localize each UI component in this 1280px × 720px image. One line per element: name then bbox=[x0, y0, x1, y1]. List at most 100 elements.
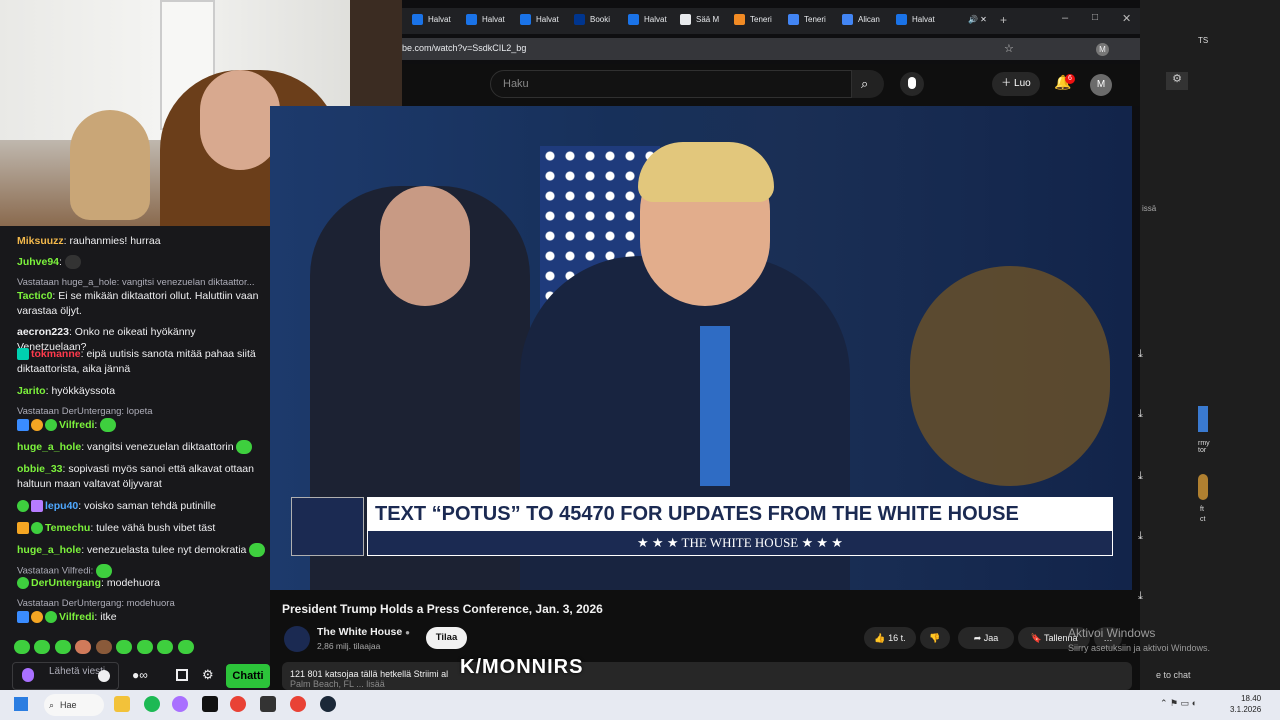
emote-icon bbox=[34, 639, 51, 654]
browser-tab[interactable]: Halvat bbox=[888, 8, 935, 32]
like-button[interactable]: 👍 16 t. bbox=[864, 627, 916, 649]
chrome-active-icon[interactable] bbox=[290, 696, 306, 712]
tab-favicon-icon bbox=[788, 14, 799, 25]
chat-text: itke bbox=[100, 611, 117, 623]
app-icon[interactable] bbox=[260, 696, 276, 712]
share-to-chat-link[interactable]: e to chat bbox=[1156, 670, 1191, 680]
tray-icons[interactable]: ⌃ ⚑ ▭ ◐ bbox=[1160, 698, 1197, 709]
chat-reply-header: Vastataan DerUntergang: lopeta bbox=[17, 406, 153, 417]
taskbar-search[interactable]: ⌕ Hae bbox=[44, 694, 104, 716]
minimize-icon[interactable]: – bbox=[1062, 12, 1068, 24]
chat-send-button[interactable]: Chatti bbox=[226, 664, 270, 688]
channel-avatar[interactable] bbox=[284, 626, 310, 652]
sub-badge-icon bbox=[17, 577, 29, 590]
channel-name[interactable]: The White House ● bbox=[317, 626, 410, 638]
browser-tab[interactable]: Halvat bbox=[620, 8, 667, 32]
video-person-tie bbox=[700, 326, 730, 486]
search-icon: ⌕ bbox=[861, 76, 869, 91]
close-window-icon[interactable]: ✕ bbox=[1122, 12, 1131, 25]
chat-message: Vilfredi: itke bbox=[17, 610, 267, 625]
browser-tab[interactable]: Halvat bbox=[458, 8, 505, 32]
browser-tab[interactable]: Teneri bbox=[726, 8, 772, 32]
search-input[interactable]: Haku bbox=[490, 70, 852, 98]
chat-username: Miksuuzz bbox=[17, 235, 64, 247]
emote-icon bbox=[75, 639, 92, 654]
tab-label: Halvat bbox=[428, 15, 451, 24]
chat-message: Temechu: tulee vähä bush vibet täst bbox=[17, 521, 267, 536]
steam-icon[interactable] bbox=[320, 696, 336, 712]
bits-badge-icon bbox=[31, 611, 43, 624]
settings-gear-icon[interactable]: ⚙ bbox=[202, 667, 214, 683]
tab-favicon-icon bbox=[520, 14, 531, 25]
emote-row bbox=[14, 638, 214, 656]
gift-icon[interactable] bbox=[176, 669, 188, 681]
tab-favicon-icon bbox=[734, 14, 745, 25]
sub-badge-icon bbox=[17, 348, 29, 361]
presidential-seal-flag bbox=[910, 266, 1110, 486]
url-text[interactable]: be.com/watch?v=SsdkCIL2_bg bbox=[402, 43, 526, 53]
twitch-chat-icon[interactable] bbox=[172, 696, 188, 712]
download-icon[interactable]: ⤓ bbox=[1138, 590, 1152, 604]
mod-badge-icon bbox=[17, 419, 29, 432]
tab-label: Halvat bbox=[536, 15, 559, 24]
chat-text: Ei se mikään diktaattori ollut. Haluttii… bbox=[17, 290, 259, 317]
panel-snippet: rmy tor bbox=[1198, 440, 1210, 454]
chat-username: huge_a_hole bbox=[17, 441, 82, 453]
chat-username: Jarito bbox=[17, 385, 46, 397]
mic-icon bbox=[908, 77, 916, 89]
tab-favicon-icon bbox=[680, 14, 691, 25]
mic-icon[interactable] bbox=[22, 668, 34, 682]
windows-start-icon[interactable] bbox=[14, 697, 28, 711]
white-house-logo bbox=[291, 497, 364, 556]
thumbs-down-icon: 👎 bbox=[929, 633, 941, 643]
video-person-left-head bbox=[380, 186, 470, 306]
download-icon[interactable]: ⤓ bbox=[1138, 530, 1152, 544]
chrome-icon[interactable] bbox=[230, 696, 246, 712]
browser-tab[interactable]: Alican bbox=[834, 8, 880, 32]
emoji-icon[interactable] bbox=[98, 670, 110, 682]
crown-badge-icon bbox=[17, 522, 29, 535]
browser-tab[interactable]: Booki bbox=[566, 8, 610, 32]
video-description[interactable]: 121 801 katsojaa tällä hetkellä Striimi … bbox=[282, 662, 1132, 690]
subscribe-button[interactable]: Tilaa bbox=[426, 627, 467, 649]
chat-username: Vilfredi bbox=[59, 419, 95, 431]
panel-settings-icon[interactable]: ⚙ bbox=[1166, 72, 1188, 90]
tab-favicon-icon bbox=[412, 14, 423, 25]
tab-favicon-icon bbox=[466, 14, 477, 25]
emote-icon bbox=[14, 639, 30, 654]
spotify-icon[interactable] bbox=[144, 696, 160, 712]
chat-username: obbie_33 bbox=[17, 463, 63, 475]
tab-label: Halvat bbox=[482, 15, 505, 24]
share-label: Jaa bbox=[983, 633, 999, 643]
emote-icon bbox=[177, 639, 194, 654]
file-explorer-icon[interactable] bbox=[114, 696, 130, 712]
download-icon[interactable]: ⤓ bbox=[1138, 470, 1152, 484]
profile-avatar[interactable]: M bbox=[1096, 43, 1109, 56]
account-avatar[interactable]: M bbox=[1090, 74, 1112, 96]
video-title: President Trump Holds a Press Conference… bbox=[282, 602, 603, 616]
video-person-center-hair bbox=[638, 142, 774, 202]
tab-label: Teneri bbox=[804, 15, 826, 24]
download-icon[interactable]: ⤓ bbox=[1138, 408, 1152, 422]
browser-tab[interactable]: Halvat bbox=[512, 8, 559, 32]
x-app-icon[interactable] bbox=[202, 696, 218, 712]
active-tab-audio-icon[interactable]: 🔊 ✕ bbox=[944, 8, 992, 32]
chat-username: Juhve94 bbox=[17, 256, 60, 268]
bookmark-star-icon[interactable]: ☆ bbox=[1004, 42, 1014, 55]
maximize-icon[interactable]: □ bbox=[1092, 12, 1098, 23]
browser-tab[interactable]: Teneri bbox=[780, 8, 826, 32]
tab-label: Sää M bbox=[696, 15, 720, 24]
taskbar-clock[interactable]: 18.40 3.1.2026 bbox=[1230, 693, 1261, 715]
new-tab-icon[interactable]: + bbox=[1000, 13, 1007, 27]
channel-points-icon[interactable]: ●∞ bbox=[132, 668, 148, 682]
create-button[interactable]: ＋ Luo bbox=[992, 72, 1040, 96]
search-placeholder: Haku bbox=[503, 78, 529, 90]
dislike-button[interactable]: 👎 bbox=[920, 627, 950, 649]
voice-search-button[interactable] bbox=[900, 72, 924, 96]
browser-tab[interactable]: Sää M bbox=[672, 8, 719, 32]
share-button[interactable]: ➦ Jaa bbox=[958, 627, 1014, 649]
emote-icon bbox=[54, 639, 71, 654]
browser-tab[interactable]: Halvat bbox=[404, 8, 451, 32]
search-button[interactable]: ⌕ bbox=[852, 70, 884, 98]
download-icon[interactable]: ⤓ bbox=[1138, 348, 1152, 362]
